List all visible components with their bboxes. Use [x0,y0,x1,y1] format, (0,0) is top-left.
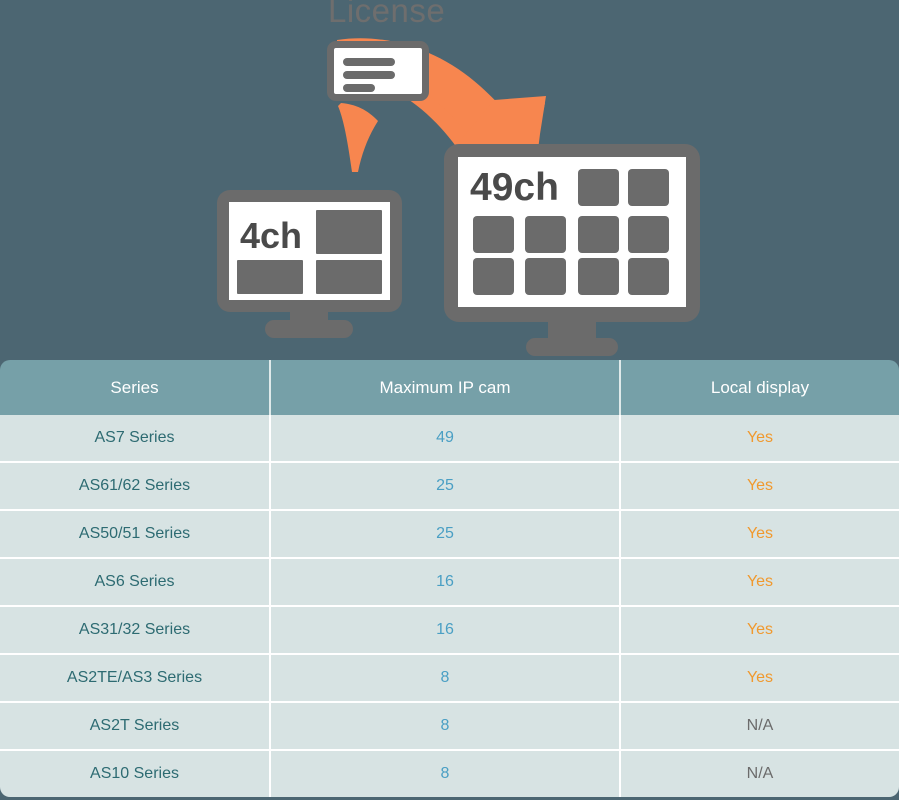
table-row: AS2TE/AS3 Series 8 Yes [0,654,899,703]
cell-max-ip-cam: 8 [270,750,621,797]
cell-local-display: Yes [620,606,899,655]
cell-series: AS6 Series [0,558,271,607]
large-monitor-icon: 49ch [444,144,700,356]
table-row: AS50/51 Series 25 Yes [0,510,899,559]
cell-local-display: Yes [620,510,899,559]
cell-local-display: N/A [620,702,899,751]
small-monitor-channel-label: 4ch [240,215,302,256]
table-body: AS7 Series 49 Yes AS61/62 Series 25 Yes AS50/5… [0,415,899,797]
column-header-series: Series [0,360,271,415]
cell-series: AS2TE/AS3 Series [0,654,271,703]
table-row: AS6 Series 16 Yes [0,558,899,607]
cell-series: AS10 Series [0,750,271,797]
cell-max-ip-cam: 49 [270,415,621,463]
ip-camera-spec-table: Series Maximum IP cam Local display AS7 … [0,360,899,797]
license-card-icon [327,41,429,101]
cell-series: AS50/51 Series [0,510,271,559]
table-header: Series Maximum IP cam Local display [0,360,899,415]
cell-max-ip-cam: 8 [270,654,621,703]
cell-local-display: Yes [620,415,899,463]
cell-max-ip-cam: 16 [270,606,621,655]
license-label: License [328,0,446,29]
hero-illustration: 4ch 49ch License [0,0,899,360]
cell-max-ip-cam: 16 [270,558,621,607]
table-row: AS31/32 Series 16 Yes [0,606,899,655]
cell-max-ip-cam: 8 [270,702,621,751]
table-row: AS61/62 Series 25 Yes [0,462,899,511]
cell-max-ip-cam: 25 [270,510,621,559]
illustration-canvas: 4ch 49ch [217,38,700,356]
cell-series: AS7 Series [0,415,271,463]
cell-series: AS61/62 Series [0,462,271,511]
column-header-max-ip-cam: Maximum IP cam [270,360,621,415]
table-header-row: Series Maximum IP cam Local display [0,360,899,415]
cell-local-display: Yes [620,654,899,703]
cell-local-display: Yes [620,462,899,511]
cell-local-display: Yes [620,558,899,607]
cell-series: AS2T Series [0,702,271,751]
cell-max-ip-cam: 25 [270,462,621,511]
table-row: AS10 Series 8 N/A [0,750,899,797]
table-row: AS7 Series 49 Yes [0,415,899,463]
cell-series: AS31/32 Series [0,606,271,655]
cell-local-display: N/A [620,750,899,797]
column-header-local-display: Local display [620,360,899,415]
large-monitor-channel-label: 49ch [470,166,559,209]
table-row: AS2T Series 8 N/A [0,702,899,751]
small-monitor-icon: 4ch [217,190,402,338]
